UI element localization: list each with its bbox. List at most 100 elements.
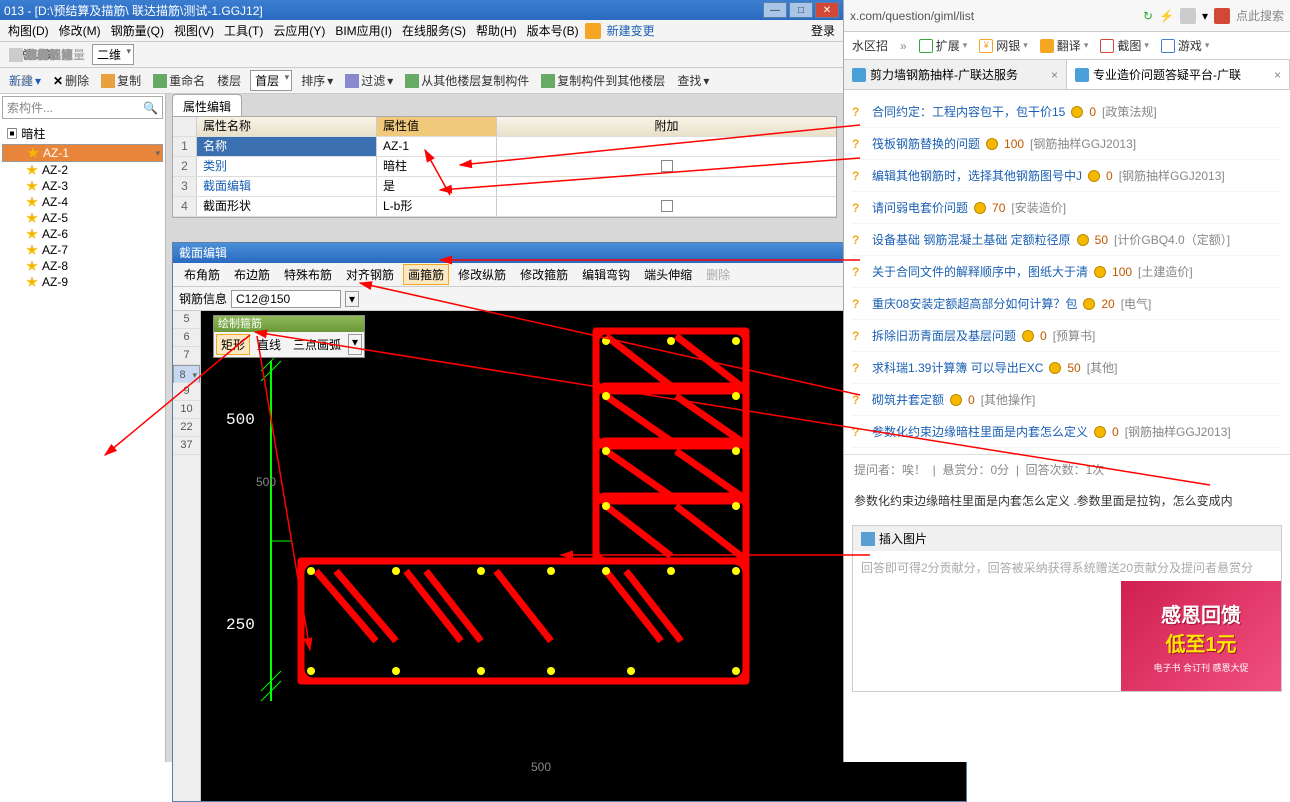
dropdown-icon[interactable]: ▾ <box>348 334 362 355</box>
menu-item[interactable]: 钢筋量(Q) <box>107 20 168 41</box>
question-item[interactable]: ?请问弱电套价问题70[安装造价] <box>852 192 1282 224</box>
close-tab-icon[interactable]: × <box>1274 68 1281 82</box>
tree-item[interactable]: AZ-6 <box>2 226 163 242</box>
tab-end-ext[interactable]: 端头伸缩 <box>639 264 697 285</box>
new-change-button[interactable]: 新建变更 <box>603 20 659 41</box>
dim-select[interactable]: 二维 <box>92 44 134 65</box>
question-item[interactable]: ?参数化约束边缘暗柱里面是内套怎么定义0[钢筋抽样GGJ2013] <box>852 416 1282 448</box>
star-icon <box>27 147 39 159</box>
tree-item[interactable]: AZ-8 <box>2 258 163 274</box>
question-item[interactable]: ?砌筑井套定额0[其他操作] <box>852 384 1282 416</box>
shape-rect[interactable]: 矩形 <box>216 334 250 355</box>
tab-corner[interactable]: 布角筋 <box>179 264 225 285</box>
search-input[interactable]: 索构件...🔍 <box>2 96 163 119</box>
property-tab[interactable]: 属性编辑 <box>172 94 242 118</box>
tab-special[interactable]: 特殊布筋 <box>279 264 337 285</box>
question-item[interactable]: ?拆除旧沥青面层及基层问题0[预算书] <box>852 320 1282 352</box>
copy-button[interactable]: 复制 <box>98 71 144 90</box>
checkbox[interactable] <box>661 160 673 172</box>
tab-mod-long[interactable]: 修改纵筋 <box>453 264 511 285</box>
tab-delete[interactable]: 删除 <box>701 264 735 285</box>
picture-icon <box>861 532 875 546</box>
close-tab-icon[interactable]: × <box>1051 68 1058 82</box>
copy-from-floor-button[interactable]: 从其他楼层复制构件 <box>402 71 532 90</box>
tab-align[interactable]: 对齐钢筋 <box>341 264 399 285</box>
tab-draw-stirrup[interactable]: 画箍筋 <box>403 264 449 285</box>
rename-button[interactable]: 重命名 <box>150 71 208 90</box>
question-item[interactable]: ?求科瑞1.39计算簿 可以导出EXC50[其他] <box>852 352 1282 384</box>
tree-item[interactable]: AZ-7 <box>2 242 163 258</box>
search-engine-icon[interactable] <box>1214 8 1230 24</box>
tree-item[interactable]: AZ-4 <box>2 194 163 210</box>
answer-image-area[interactable]: 感恩回馈 低至1元 电子书 合订刊 感恩大促 <box>853 581 1281 691</box>
rebar-info-input[interactable] <box>231 290 341 308</box>
copy-to-floor-button[interactable]: 复制构件到其他楼层 <box>538 71 668 90</box>
question-item[interactable]: ?关于合同文件的解释顺序中，图纸大于清100[土建造价] <box>852 256 1282 288</box>
close-button[interactable]: ✕ <box>815 2 839 18</box>
star-icon <box>26 244 38 256</box>
answer-hint[interactable]: 回答即可得2分贡献分，回答被采纳获得系统赠送20贡献分及提问者悬赏分 <box>853 551 1281 581</box>
filter-button[interactable]: 过滤 ▾ <box>342 71 396 90</box>
rebar-info-label: 钢筋信息 <box>179 290 227 307</box>
translate-button[interactable]: 翻译▾ <box>1040 37 1089 54</box>
tab-mod-stirrup[interactable]: 修改箍筋 <box>515 264 573 285</box>
url-text[interactable]: x.com/question/giml/list <box>850 9 1137 23</box>
minimize-button[interactable]: — <box>763 2 787 18</box>
menu-item[interactable]: 版本号(B) <box>523 20 583 41</box>
search-placeholder[interactable]: 点此搜索 <box>1236 7 1284 24</box>
menu-item[interactable]: 修改(M) <box>55 20 105 41</box>
local-3d-button[interactable]: 局部三维 <box>6 45 76 64</box>
question-item[interactable]: ?设备基础 钢筋混凝土基础 定额粒径原50[计价GBQ4.0（定额）] <box>852 224 1282 256</box>
menu-item[interactable]: BIM应用(I) <box>331 20 396 41</box>
shape-line[interactable]: 直线 <box>252 334 286 355</box>
checkbox[interactable] <box>661 200 673 212</box>
login-button[interactable]: 登录 <box>807 20 839 41</box>
question-item[interactable]: ?合同约定：工程内容包干，包干价150[政策法规] <box>852 96 1282 128</box>
tab-edge[interactable]: 布边筋 <box>229 264 275 285</box>
menu-item[interactable]: 构图(D) <box>4 20 53 41</box>
user-icon[interactable] <box>585 23 601 39</box>
dropdown-icon[interactable]: ▾ <box>345 291 359 307</box>
tab-edit-hook[interactable]: 编辑弯钩 <box>577 264 635 285</box>
menu-item[interactable]: 云应用(Y) <box>269 20 329 41</box>
maximize-button[interactable]: □ <box>789 2 813 18</box>
star-icon <box>26 228 38 240</box>
sort-button[interactable]: 排序 ▾ <box>298 71 336 90</box>
floor-select[interactable]: 首层 <box>250 70 292 91</box>
game-button[interactable]: 游戏▾ <box>1161 37 1210 54</box>
browser-tab[interactable]: 剪力墙钢筋抽样-广联达服务× <box>844 60 1067 89</box>
bank-button[interactable]: ¥网银▾ <box>979 37 1028 54</box>
menu-item[interactable]: 工具(T) <box>220 20 267 41</box>
tree-item[interactable]: AZ-2 <box>2 162 163 178</box>
tree-item[interactable]: AZ-9 <box>2 274 163 290</box>
question-item[interactable]: ?编辑其他钢筋时，选择其他钢筋图号中J0[钢筋抽样GGJ2013] <box>852 160 1282 192</box>
browser-tab[interactable]: 专业造价问题答疑平台-广联× <box>1067 60 1290 89</box>
menu-item[interactable]: 帮助(H) <box>472 20 521 41</box>
lightning-icon[interactable]: ⚡ <box>1159 9 1174 23</box>
bookmark[interactable]: 水区招 <box>852 37 888 54</box>
tree-item[interactable]: AZ-3 <box>2 178 163 194</box>
menu-bar: 构图(D) 修改(M) 钢筋量(Q) 视图(V) 工具(T) 云应用(Y) BI… <box>0 20 843 42</box>
menu-item[interactable]: 在线服务(S) <box>398 20 470 41</box>
ext-button[interactable]: 扩展▾ <box>919 37 968 54</box>
question-item[interactable]: ?重庆08安装定额超高部分如何计算？包20[电气] <box>852 288 1282 320</box>
fav-dropdown[interactable]: ▾ <box>1202 9 1208 23</box>
find-button[interactable]: 查找 ▾ <box>674 71 712 90</box>
star-icon <box>26 276 38 288</box>
star-icon <box>26 180 38 192</box>
shape-arc[interactable]: 三点画弧 <box>288 334 346 355</box>
promo-banner[interactable]: 感恩回馈 低至1元 电子书 合订刊 感恩大促 <box>1121 581 1281 691</box>
question-icon: ? <box>852 393 866 407</box>
screenshot-button[interactable]: 截图▾ <box>1100 37 1149 54</box>
menu-item[interactable]: 视图(V) <box>170 20 218 41</box>
question-item[interactable]: ?筏板钢筋替换的问题100[钢筋抽样GGJ2013] <box>852 128 1282 160</box>
tree-root[interactable]: ▣ 暗柱 <box>2 123 163 144</box>
insert-image-bar[interactable]: 插入图片 <box>853 526 1281 551</box>
move-up-button[interactable]: 上移 <box>6 71 36 90</box>
delete-button[interactable]: ✕ 删除 <box>50 71 92 90</box>
question-icon: ? <box>852 297 866 311</box>
more-icon[interactable]: » <box>900 39 907 53</box>
tree-item[interactable]: AZ-5 <box>2 210 163 226</box>
refresh-icon[interactable]: ↻ <box>1143 9 1153 23</box>
tree-item[interactable]: AZ-1 <box>2 144 163 162</box>
